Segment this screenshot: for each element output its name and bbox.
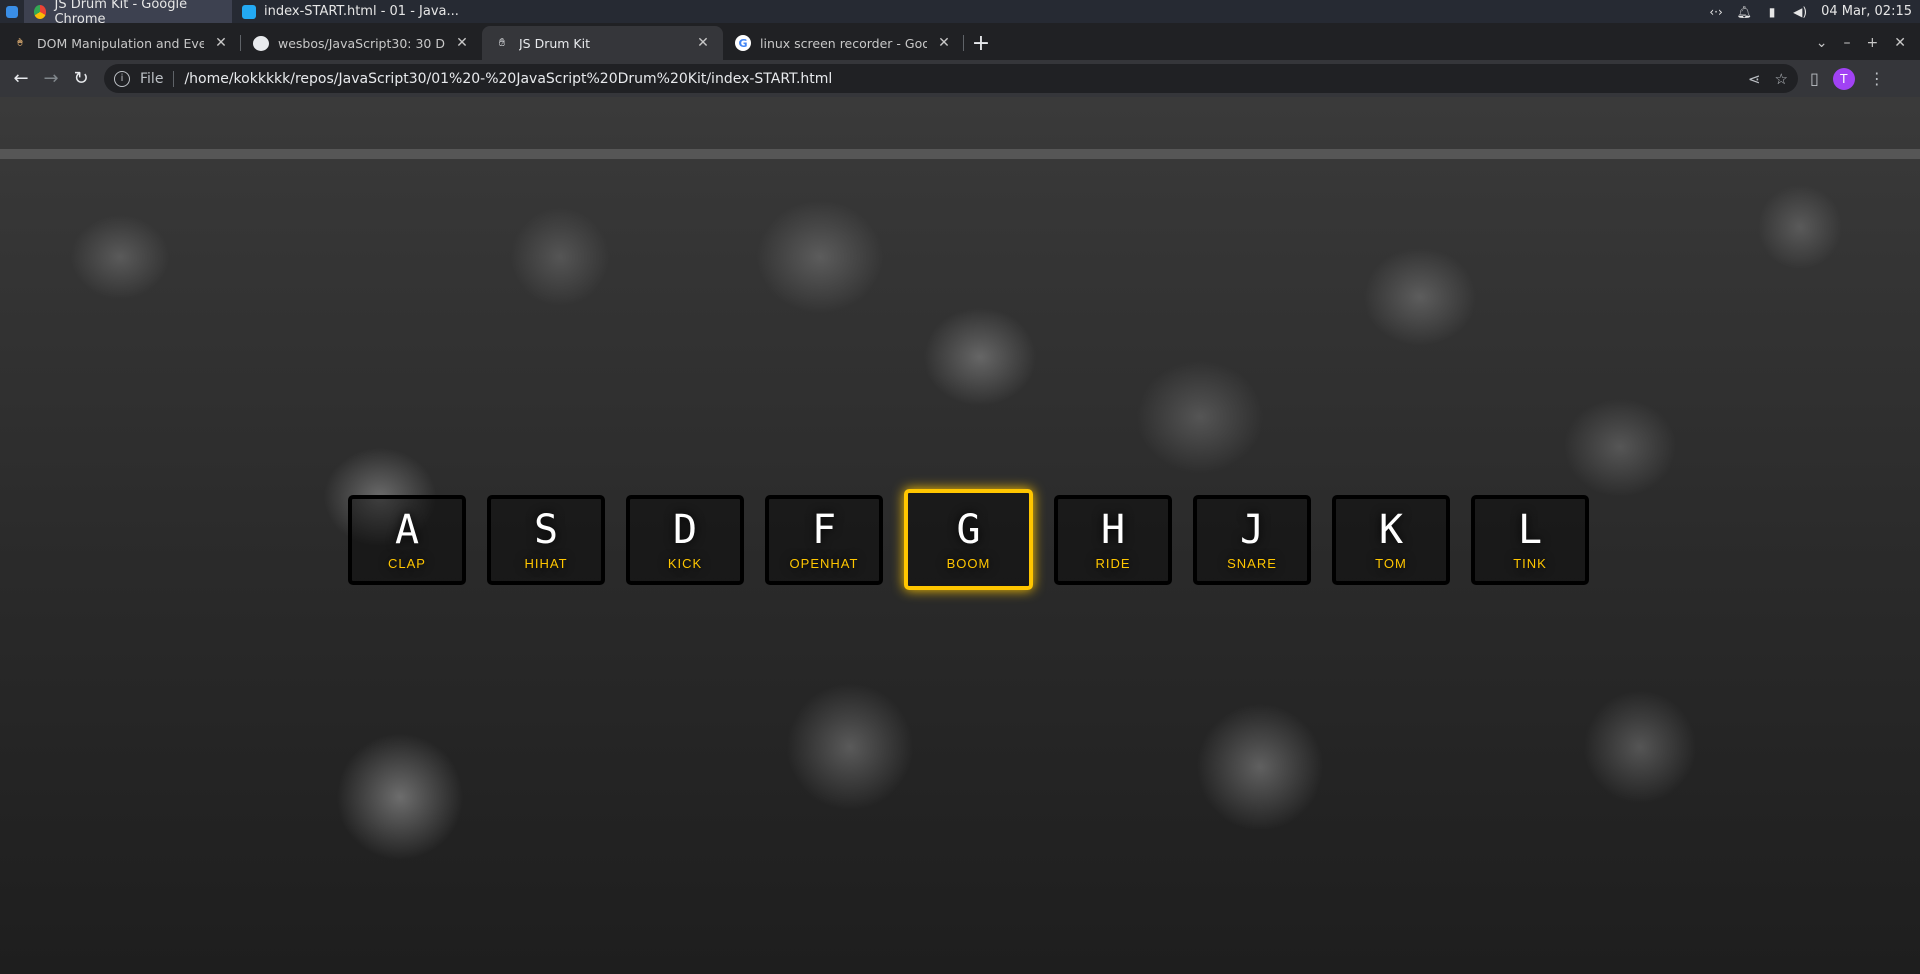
drum-icon: ✋︎ (498, 36, 506, 49)
drum-key-d[interactable]: Dkick (626, 494, 744, 585)
key-letter: A (394, 507, 420, 553)
os-taskbar: JS Drum Kit - Google Chrome index-START.… (0, 0, 1920, 27)
drum-keys: Aclap Shihat Dkick Fopenhat Gboom Hride … (348, 489, 1589, 590)
drum-key-k[interactable]: Ktom (1332, 494, 1450, 585)
key-letter: K (1378, 507, 1404, 553)
google-icon: G (735, 35, 751, 51)
page-viewport: Aclap Shihat Dkick Fopenhat Gboom Hride … (0, 97, 1920, 974)
acorn-icon: 🌰︎ (16, 36, 24, 49)
tab-google-search[interactable]: G linux screen recorder - Google ✕ (723, 26, 964, 60)
forward-button[interactable]: → (36, 64, 66, 94)
window-controls: ⌄ – + ✕ (1816, 26, 1920, 60)
browser-tab-strip: 🌰︎ DOM Manipulation and Events ✕ wesbos/… (0, 23, 1920, 60)
close-tab-icon[interactable]: ✕ (936, 35, 952, 51)
key-sound-label: tom (1375, 556, 1407, 571)
back-button[interactable]: ← (6, 64, 36, 94)
drum-key-a[interactable]: Aclap (348, 494, 466, 585)
drum-key-s[interactable]: Shihat (487, 494, 605, 585)
tab-js-drum-kit[interactable]: ✋︎ JS Drum Kit ✕ (482, 26, 723, 60)
drum-key-f[interactable]: Fopenhat (765, 494, 883, 585)
key-sound-label: tink (1513, 556, 1547, 571)
browser-toolbar: ← → ↻ i File /home/kokkkkk/repos/JavaScr… (0, 60, 1920, 97)
drum-key-l[interactable]: Ltink (1471, 494, 1589, 585)
reload-button[interactable]: ↻ (66, 64, 96, 94)
drum-key-g[interactable]: Gboom (904, 489, 1033, 590)
key-sound-label: kick (667, 556, 703, 571)
close-tab-icon[interactable]: ✕ (213, 35, 229, 51)
minimize-icon[interactable]: – (1844, 35, 1851, 51)
tab-github[interactable]: wesbos/JavaScript30: 30 Day Va ✕ (241, 26, 482, 60)
key-letter: F (811, 507, 837, 553)
omnibox-actions: ⋖ ☆ (1748, 70, 1788, 88)
profile-avatar[interactable]: T (1832, 67, 1855, 90)
key-sound-label: clap (388, 556, 426, 571)
side-panel-icon[interactable]: ▯ (1810, 69, 1819, 88)
share-icon[interactable]: ⋖ (1748, 70, 1761, 88)
clock[interactable]: 04 Mar, 02:15 (1821, 4, 1912, 19)
key-sound-label: ride (1095, 556, 1131, 571)
network-icon[interactable]: ‹·› (1709, 5, 1723, 19)
taskbar-task-chrome[interactable]: JS Drum Kit - Google Chrome (24, 0, 232, 27)
key-letter: S (533, 507, 559, 553)
key-letter: D (672, 507, 698, 553)
volume-icon[interactable]: ◀) (1793, 5, 1807, 19)
tab-title: JS Drum Kit (519, 35, 591, 51)
drum-key-h[interactable]: Hride (1054, 494, 1172, 585)
chrome-icon (34, 4, 47, 19)
battery-icon[interactable]: ▮ (1765, 5, 1779, 19)
key-sound-label: openhat (789, 556, 859, 571)
key-letter: J (1239, 507, 1265, 553)
key-letter: L (1517, 507, 1543, 553)
scheme-label: File (140, 70, 164, 87)
tab-title: DOM Manipulation and Events (37, 35, 204, 51)
drum-key-j[interactable]: Jsnare (1193, 494, 1311, 585)
github-icon (253, 35, 269, 51)
notification-bell-icon[interactable]: 🔔︎ (1736, 5, 1751, 19)
key-sound-label: boom (946, 556, 991, 571)
bookmark-star-icon[interactable]: ☆ (1775, 70, 1788, 88)
taskbar-task-label: index-START.html - 01 - Java... (264, 4, 459, 19)
url-text[interactable]: /home/kokkkkk/repos/JavaScript30/01%20-%… (184, 71, 1748, 87)
tab-title: wesbos/JavaScript30: 30 Day Va (278, 35, 445, 51)
menu-kebab-icon[interactable]: ⋮ (1869, 69, 1885, 88)
site-info-icon[interactable]: i (114, 70, 130, 87)
key-sound-label: snare (1227, 556, 1277, 571)
close-tab-icon[interactable]: ✕ (454, 35, 470, 51)
divider (173, 70, 175, 87)
key-letter: G (956, 507, 981, 553)
close-window-icon[interactable]: ✕ (1894, 35, 1906, 51)
key-sound-label: hihat (524, 556, 568, 571)
tab-search-icon[interactable]: ⌄ (1816, 35, 1828, 51)
tab-title: linux screen recorder - Google (760, 35, 927, 51)
tab-dom-manipulation[interactable]: 🌰︎ DOM Manipulation and Events ✕ (0, 26, 241, 60)
new-tab-button[interactable]: + (964, 26, 998, 60)
toolbar-right: ▯ T ⋮ (1810, 67, 1885, 90)
system-tray: ‹·› 🔔︎ ▮ ◀) 04 Mar, 02:15 (1709, 4, 1920, 19)
vscode-icon (242, 4, 256, 19)
maximize-icon[interactable]: + (1867, 35, 1879, 51)
taskbar-task-vscode[interactable]: index-START.html - 01 - Java... (232, 0, 469, 23)
close-tab-icon[interactable]: ✕ (695, 35, 711, 51)
address-bar[interactable]: i File /home/kokkkkk/repos/JavaScript30/… (104, 64, 1798, 93)
app-menu-icon[interactable] (0, 0, 24, 23)
background-photo-crowd (0, 149, 1920, 159)
key-letter: H (1100, 507, 1126, 553)
